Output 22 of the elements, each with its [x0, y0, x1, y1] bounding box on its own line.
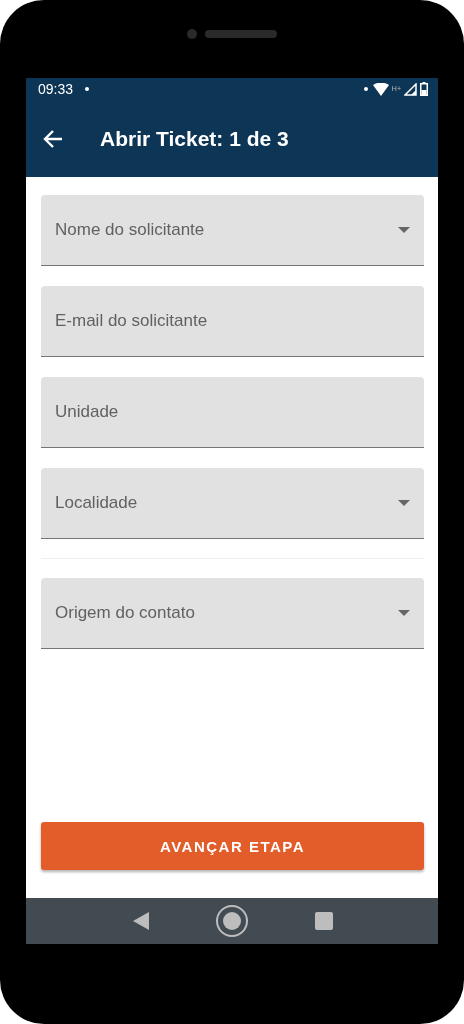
dropdown-field[interactable]: Origem do contato	[41, 578, 424, 649]
input-field[interactable]: E-mail do solicitante	[41, 286, 424, 357]
battery-icon	[420, 82, 428, 96]
back-arrow-icon[interactable]	[42, 127, 64, 150]
dropdown-field[interactable]: Nome do solicitante	[41, 195, 424, 266]
input-field[interactable]: Unidade	[41, 377, 424, 448]
clock: 09:33	[38, 81, 74, 97]
next-step-button[interactable]: AVANÇAR ETAPA	[41, 822, 424, 870]
camera-dot	[187, 29, 197, 39]
notification-dot	[85, 87, 90, 91]
wifi-icon	[372, 82, 389, 96]
signal-icon	[404, 82, 417, 96]
caret-icon	[398, 500, 410, 506]
notification-dot	[363, 87, 368, 91]
caret-icon	[398, 610, 410, 616]
screen-title: Abrir Ticket: 1 de 3	[100, 126, 289, 151]
dropdown-field[interactable]: Localidade	[41, 468, 424, 539]
recents-icon[interactable]	[314, 912, 333, 930]
back-icon[interactable]	[131, 911, 150, 931]
speaker-grille	[205, 30, 277, 38]
home-icon[interactable]	[215, 904, 249, 938]
caret-icon	[398, 227, 410, 233]
